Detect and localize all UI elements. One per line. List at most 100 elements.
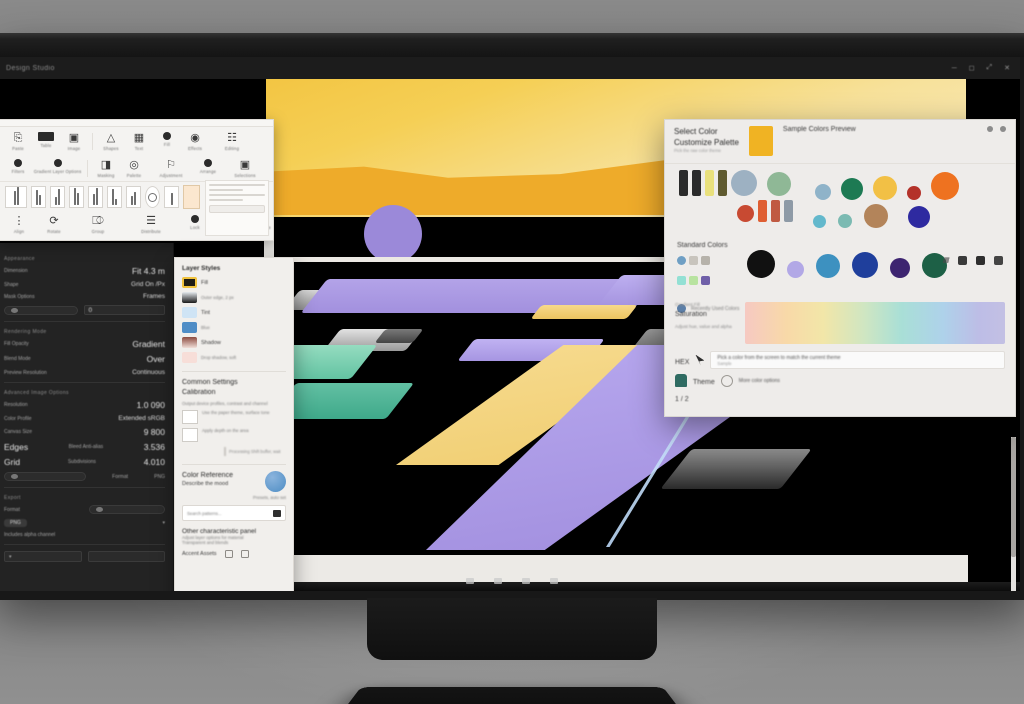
more-options-label[interactable]: More color options — [739, 378, 780, 384]
vertical-scrollbar[interactable] — [1011, 437, 1016, 591]
gallery-thumb[interactable] — [5, 186, 27, 208]
chat-input-row[interactable]: Search patterns... — [182, 505, 286, 521]
osd-power-icon[interactable] — [550, 578, 558, 584]
gradient-spectrum-bar[interactable] — [745, 302, 1005, 344]
close-icon[interactable]: ✕ — [1004, 64, 1010, 72]
gallery-thumb[interactable] — [88, 186, 103, 208]
color-preview-swatch[interactable] — [748, 126, 773, 156]
property-row[interactable]: Preview Resolution Continuous — [4, 369, 165, 376]
swatch[interactable] — [787, 261, 804, 278]
swatch[interactable] — [767, 172, 791, 196]
ribbon-button-table[interactable]: Table — [33, 131, 59, 149]
hex-row[interactable]: HEX Pick a color from the screen to matc… — [675, 351, 1005, 369]
ribbon-button-arrange[interactable]: Arrange — [195, 158, 221, 175]
ribbon-button-text[interactable]: ▦ Text — [126, 131, 152, 152]
export-preset-dropdown[interactable]: ▾ — [4, 551, 82, 562]
help-icon[interactable] — [720, 374, 733, 387]
gallery-thumb[interactable] — [50, 186, 65, 208]
picker-close-icon[interactable] — [1000, 126, 1006, 132]
more-options-row[interactable]: Theme More color options — [675, 374, 1005, 387]
opacity-slider-row[interactable]: 0 — [4, 305, 165, 315]
card-list-item[interactable]: Apply depth on the area — [182, 428, 286, 442]
style-swatch-item[interactable]: Drop shadow, soft — [182, 352, 286, 363]
gallery-thumb[interactable] — [107, 186, 122, 208]
property-row[interactable]: Fill Opacity Gradient — [4, 339, 165, 349]
color-picker-window[interactable]: Select Color Customize Palette Pick the … — [664, 119, 1016, 417]
style-swatch-item[interactable]: Blue — [182, 322, 286, 333]
minimize-icon[interactable]: ─ — [952, 65, 957, 72]
style-swatch-item[interactable]: Shadow — [182, 337, 286, 348]
ribbon-button-shapes[interactable]: △ Shapes — [98, 131, 124, 152]
property-row[interactable]: Blend Mode Over — [4, 354, 165, 364]
ribbon-button-effects[interactable]: ◉ Effects — [182, 131, 208, 152]
swatch[interactable] — [747, 250, 775, 278]
ribbon-button-image[interactable]: ▣ Image — [61, 131, 87, 152]
swatch[interactable] — [815, 184, 831, 200]
ribbon-button-adjustment[interactable]: ⚐ Adjustment — [149, 158, 193, 179]
maximize-icon[interactable]: ◻ — [969, 64, 975, 72]
swatch-row-standard[interactable] — [815, 172, 959, 200]
scrollbar-thumb[interactable] — [1011, 437, 1016, 557]
export-dropdown-row[interactable]: PNG ▾ — [4, 519, 165, 527]
eyedropper-icon[interactable] — [695, 354, 705, 366]
footer-actions[interactable]: Accent Assets — [182, 550, 286, 558]
property-row[interactable]: Canvas Size 9 800 — [4, 427, 165, 437]
property-row[interactable]: Grid Subdivisions 4.010 — [4, 457, 165, 467]
osd-up-icon[interactable] — [522, 578, 530, 584]
swatch[interactable] — [718, 170, 727, 196]
swatch[interactable] — [737, 205, 754, 222]
ribbon-button-distribute[interactable]: ☰ Distribute — [129, 214, 173, 235]
ribbon-row-secondary[interactable]: Filters Gradient Layer Options ◨ Masking… — [0, 154, 273, 181]
scrollbar-track[interactable] — [1011, 437, 1016, 591]
calibration-card[interactable]: Common Settings Calibration Output devic… — [182, 371, 286, 456]
swatch[interactable] — [841, 178, 863, 200]
swatch[interactable] — [784, 200, 793, 222]
swatch[interactable] — [701, 276, 710, 285]
properties-panel[interactable]: Appearance Dimension Fit 4.3 m Shape Gri… — [0, 243, 174, 591]
swatch[interactable] — [689, 276, 698, 285]
ribbon-button-rotate[interactable]: ⟳ Rotate — [41, 214, 67, 235]
ribbon-button-editing[interactable]: ☷ Editing — [210, 131, 254, 152]
swatch[interactable] — [689, 256, 698, 265]
export-row[interactable]: Format — [4, 505, 165, 514]
layer-styles-panel[interactable]: Layer Styles Fill Outer edge, 2 px Tint … — [174, 257, 294, 591]
swatch-row-dark[interactable] — [747, 250, 947, 278]
swatch[interactable] — [907, 186, 921, 200]
style-swatch-item[interactable]: Fill — [182, 277, 286, 288]
swatch[interactable] — [771, 200, 780, 222]
gallery-thumb[interactable] — [126, 186, 141, 208]
swatch[interactable] — [677, 276, 686, 285]
gallery-thumb-pie[interactable] — [145, 186, 160, 208]
swatch[interactable] — [838, 214, 852, 228]
swatch[interactable] — [852, 252, 878, 278]
monitor-osd-controls[interactable] — [466, 578, 558, 584]
gallery-thumb-selected[interactable] — [183, 185, 200, 209]
duplicate-icon[interactable] — [240, 550, 249, 558]
ribbon-button-selections[interactable]: ▣ Selections — [223, 158, 267, 179]
export-actions[interactable]: ▾ — [4, 551, 165, 562]
osd-menu-icon[interactable] — [466, 578, 474, 584]
property-row[interactable]: Edges Bleed Anti-alias 3.536 — [4, 442, 165, 452]
gallery-thumb[interactable] — [164, 186, 179, 208]
osd-down-icon[interactable] — [494, 578, 502, 584]
swatch[interactable] — [813, 215, 826, 228]
ribbon-button-masking[interactable]: ◨ Masking — [93, 158, 119, 179]
detail-slider[interactable] — [4, 472, 86, 481]
property-row[interactable]: Color Profile Extended sRGB — [4, 415, 165, 422]
swatch[interactable] — [705, 170, 714, 196]
swatch[interactable] — [731, 170, 757, 196]
other-characteristics-section[interactable]: Other characteristic panel Adjust layer … — [182, 528, 286, 558]
mini-swatch-row-2[interactable] — [677, 276, 710, 285]
ribbon-button-group[interactable]: ⎄ Group — [76, 214, 120, 235]
send-icon[interactable] — [273, 509, 281, 517]
swatch-row-warm[interactable] — [737, 200, 793, 222]
gallery-thumb[interactable] — [31, 186, 46, 208]
color-reference-card[interactable]: Color Reference Describe the mood Preset… — [182, 464, 286, 521]
picker-tool-icons[interactable]: ▦ — [942, 256, 1003, 265]
ribbon-toolbar[interactable]: ⎘ Paste Table ▣ Image △ Shapes ▦ Text Fi… — [0, 119, 274, 241]
ribbon-button-align[interactable]: ⋮ Align — [6, 214, 32, 235]
swatch[interactable] — [679, 170, 688, 196]
picker-minimize-icon[interactable] — [987, 126, 993, 132]
ribbon-button-fill[interactable]: Fill — [154, 131, 180, 148]
picker-footer[interactable]: HEX Pick a color from the screen to matc… — [665, 351, 1015, 408]
